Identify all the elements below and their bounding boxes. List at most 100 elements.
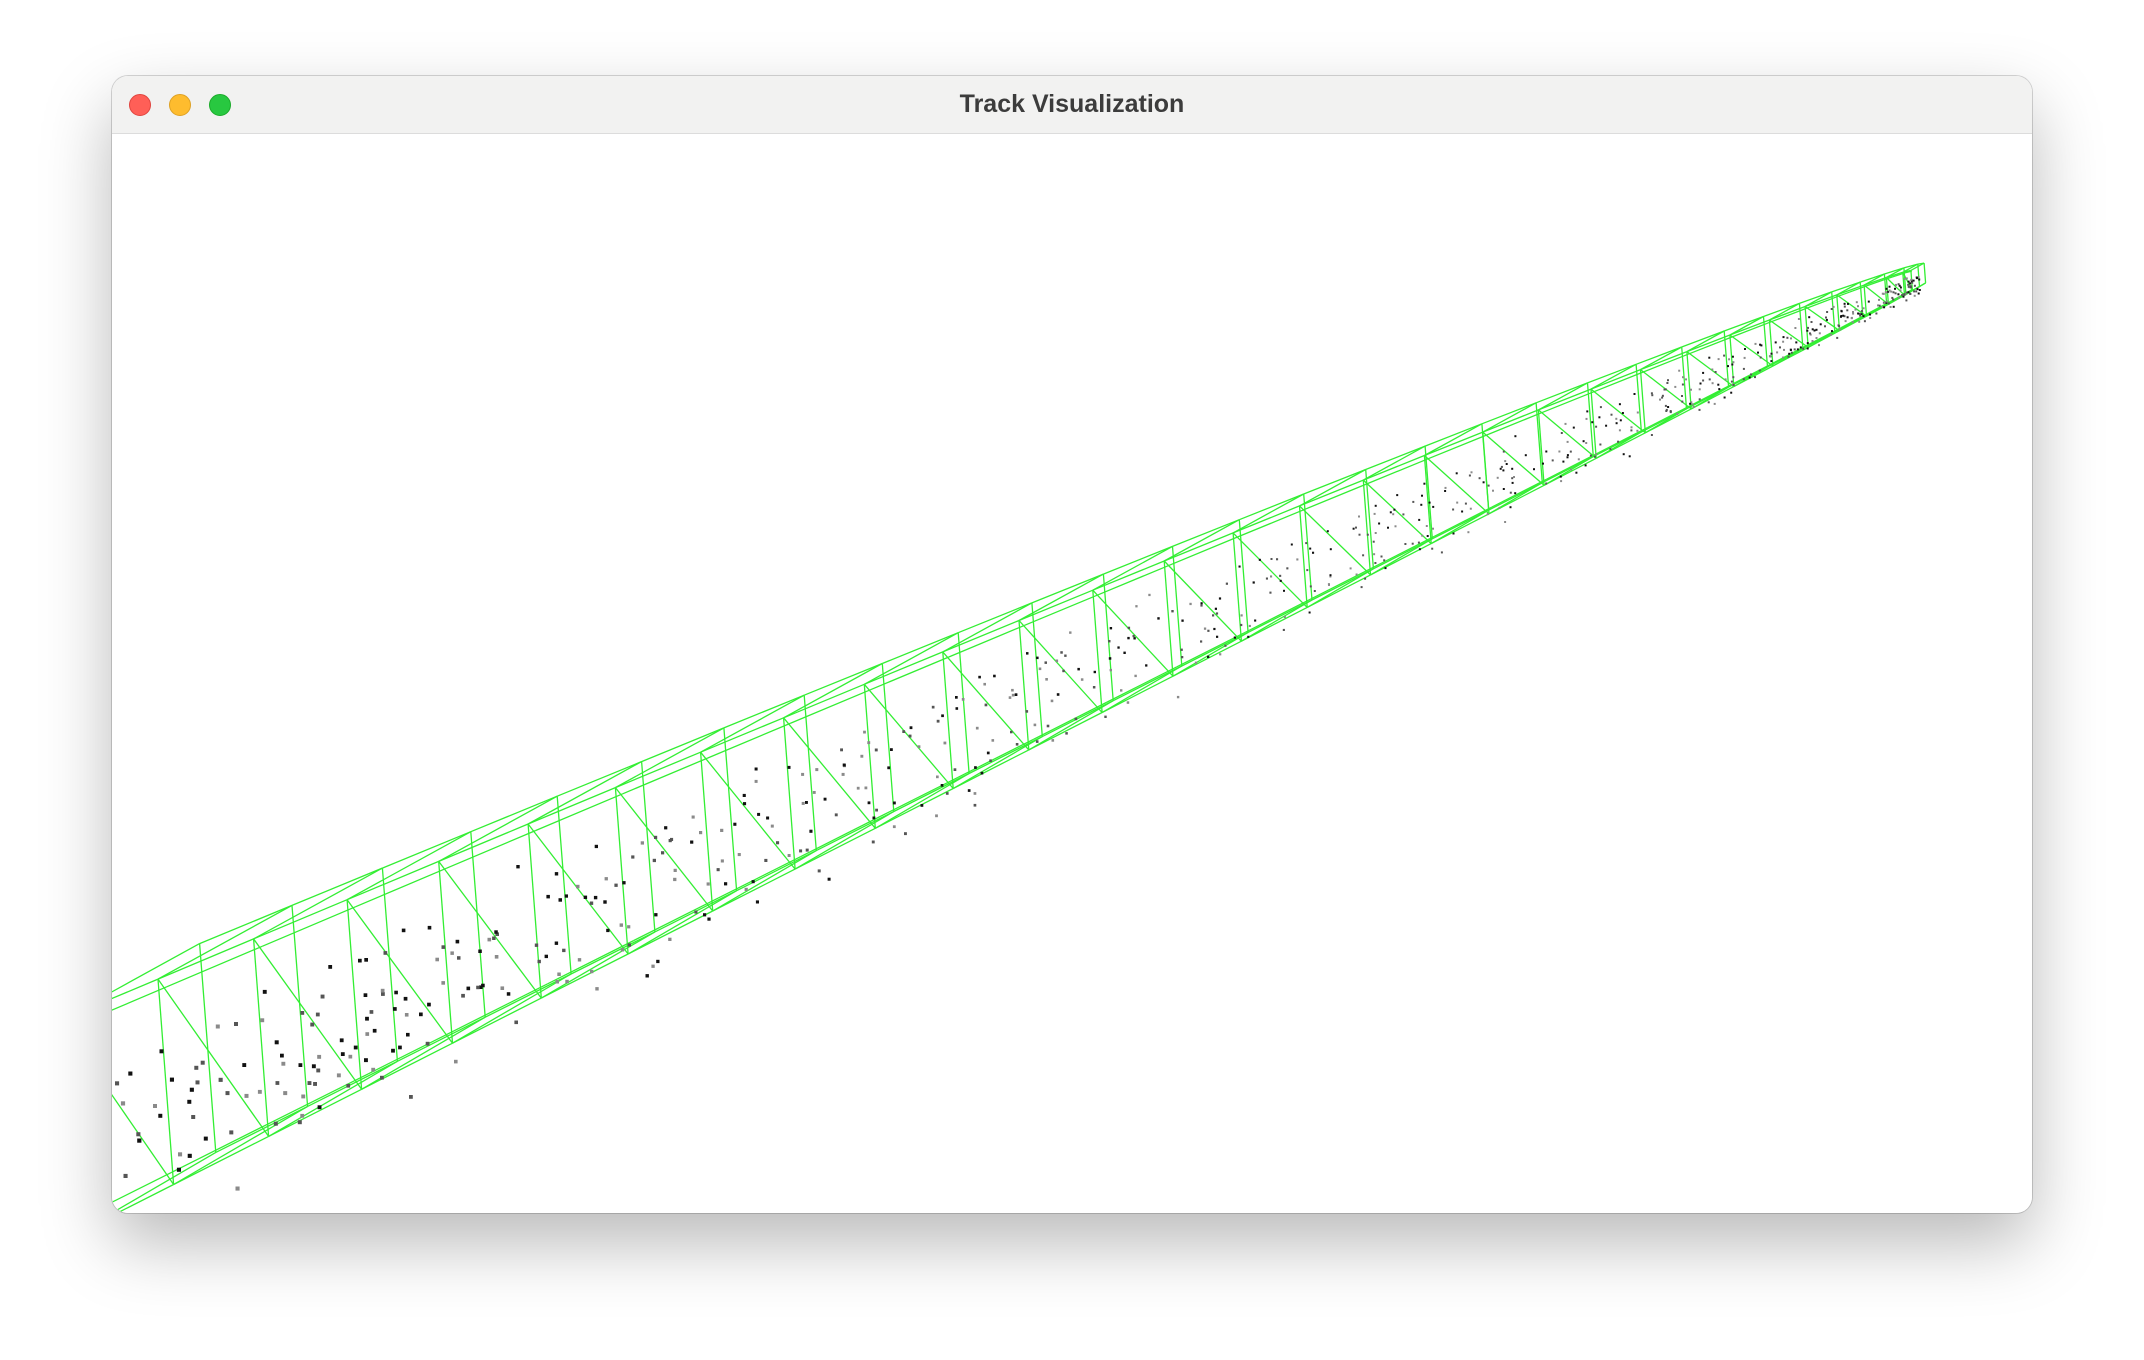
track-point (1482, 481, 1485, 484)
track-point (1252, 581, 1255, 584)
track-point (917, 745, 921, 749)
track-point (1212, 614, 1215, 617)
track-point (476, 985, 480, 990)
track-point (1468, 474, 1471, 477)
track-point (340, 1052, 345, 1056)
track-point (1133, 637, 1136, 640)
track-point (1148, 593, 1151, 597)
track-point (191, 1115, 196, 1119)
wireframe-edge (180, 1119, 276, 1169)
wireframe-edge (1763, 302, 1800, 318)
track-point (1888, 285, 1891, 288)
track-point (1664, 388, 1667, 391)
track-point (1200, 640, 1203, 643)
track-point (1358, 515, 1360, 518)
track-scene[interactable] (112, 134, 2032, 1213)
wireframe-edge (1168, 536, 1239, 566)
track-point (654, 835, 658, 839)
wireframe-edge (803, 695, 817, 851)
track-point (466, 986, 471, 991)
track-point (283, 1091, 288, 1096)
track-point (1809, 332, 1811, 335)
track-point (1452, 508, 1455, 511)
track-point (1860, 310, 1863, 313)
track-point (1690, 388, 1692, 391)
wireframe-edge (157, 979, 175, 1185)
wireframe-edge (1491, 478, 1547, 508)
track-point (1894, 287, 1896, 290)
wireframe-edge (794, 810, 895, 870)
track-point (1313, 590, 1316, 592)
track-point (980, 771, 984, 775)
wireframe-edge (1092, 589, 1174, 677)
track-point (1132, 634, 1135, 638)
wireframe-edge (789, 689, 871, 724)
track-point (1724, 378, 1727, 381)
track-point (1885, 287, 1888, 290)
track-point (316, 1068, 321, 1073)
track-point (1309, 585, 1312, 588)
track-point (1065, 732, 1068, 735)
track-point (200, 1060, 205, 1065)
wireframe-edge (1644, 408, 1687, 434)
track-point (1432, 527, 1434, 530)
track-point (754, 767, 758, 771)
track-points (115, 276, 1921, 1191)
3d-viewport[interactable] (112, 134, 2032, 1213)
track-point (1283, 615, 1286, 618)
track-point (931, 705, 935, 709)
wireframe-edge (1923, 263, 1927, 283)
track-point (1758, 369, 1761, 372)
track-point (872, 816, 876, 820)
track-point (1698, 408, 1701, 411)
track-point (787, 765, 791, 769)
wireframe-edge (1018, 589, 1094, 622)
track-point (1327, 583, 1330, 586)
track-point (1258, 558, 1261, 561)
wireframe-edge (1769, 302, 1800, 321)
track-point (1349, 567, 1352, 570)
wireframe-edge (1028, 711, 1103, 751)
track-point (935, 814, 938, 818)
track-point (1420, 503, 1423, 506)
track-point (1682, 376, 1684, 379)
track-point (1832, 305, 1835, 308)
wireframe-edge (717, 856, 801, 899)
track-point (991, 739, 995, 742)
track-point (1589, 454, 1592, 457)
track-point (1326, 530, 1329, 533)
track-point (1421, 534, 1424, 537)
track-point (1412, 500, 1415, 503)
track-point (1797, 318, 1800, 320)
wireframe-edge (1310, 566, 1375, 600)
track-point (1418, 518, 1421, 521)
track-point (1799, 346, 1802, 349)
title-bar[interactable]: Track Visualization (112, 76, 2032, 134)
track-point (242, 1063, 247, 1067)
track-point (1008, 696, 1012, 699)
track-point (409, 1095, 413, 1099)
track-point (1577, 458, 1580, 461)
track-point (1270, 575, 1273, 578)
track-point (194, 1065, 199, 1070)
track-point (589, 901, 594, 905)
track-point (1279, 574, 1282, 577)
track-point (1878, 298, 1880, 301)
track-point (427, 1002, 431, 1007)
track-point (1566, 456, 1569, 459)
track-point (1789, 349, 1792, 351)
track-point (986, 751, 990, 755)
track-point (1373, 553, 1376, 556)
track-point (336, 1073, 341, 1078)
track-point (694, 910, 698, 914)
track-point (300, 1113, 305, 1118)
track-point (1545, 482, 1548, 485)
track-point (1899, 286, 1902, 289)
track-point (1917, 292, 1920, 295)
track-point (123, 1173, 128, 1178)
track-point (1036, 656, 1039, 660)
track-point (1651, 394, 1654, 397)
track-point (801, 801, 805, 805)
track-point (1499, 467, 1502, 470)
track-point (1909, 292, 1912, 295)
